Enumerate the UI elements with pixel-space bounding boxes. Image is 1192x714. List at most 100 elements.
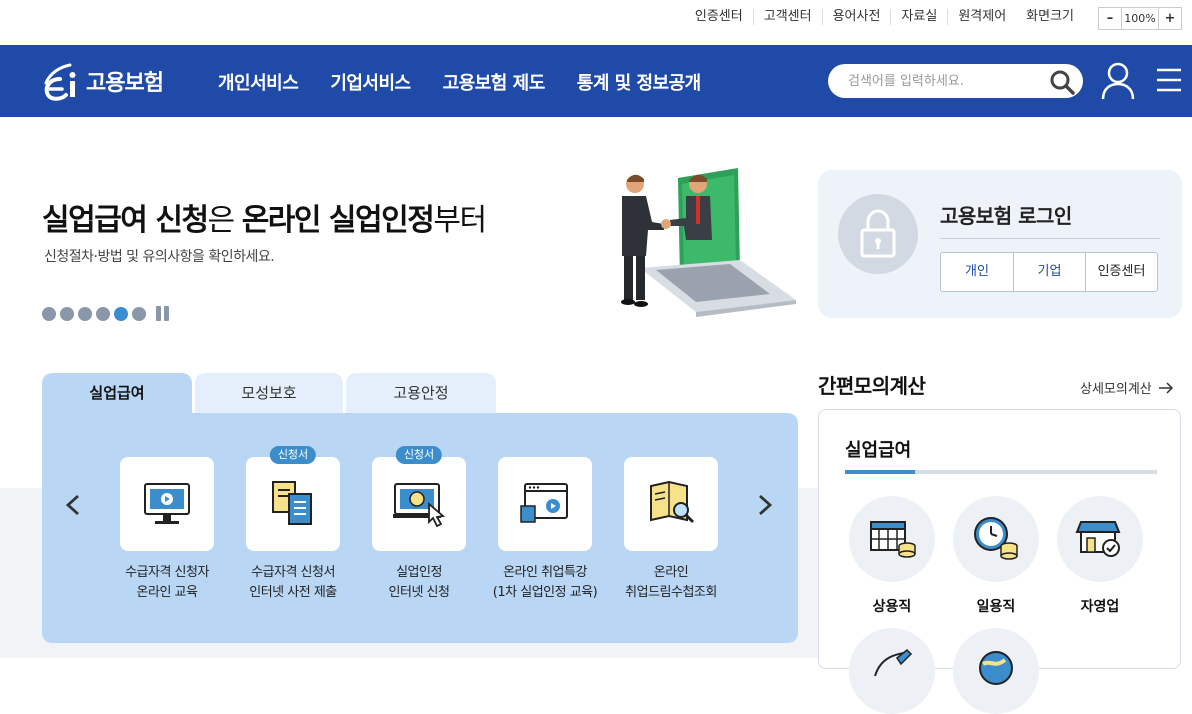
job-type-partial[interactable] xyxy=(849,628,935,714)
calendar-coins-icon xyxy=(870,521,916,558)
service-icon-box xyxy=(498,457,592,551)
slide-indicators xyxy=(42,306,172,321)
job-icon-circle xyxy=(1057,496,1143,582)
job-type-daily[interactable]: 일용직 xyxy=(953,496,1039,616)
login-business-button[interactable]: 기업 xyxy=(1013,253,1085,291)
service-icon-box: 신청서 xyxy=(372,446,466,551)
service-panel: 수급자격 신청자 온라인 교육 신청서 수급자격 신청서 인터넷 사전 제출 신… xyxy=(42,413,798,643)
util-link-cert[interactable]: 인증센터 xyxy=(685,9,753,25)
service-label-line1: 온라인 취업특강 xyxy=(503,565,587,580)
hero-subtitle: 신청절차·방법 및 유의사항을 확인하세요. xyxy=(44,249,275,265)
search-input[interactable] xyxy=(848,71,1038,91)
service-label: 실업인정 인터넷 신청 xyxy=(356,563,482,603)
hero-title-part-a: 실업급여 신청 xyxy=(42,203,209,238)
service-item[interactable]: 신청서 수급자격 신청서 인터넷 사전 제출 xyxy=(230,446,356,603)
slide-dot[interactable] xyxy=(132,306,146,321)
zoom-value: 100% xyxy=(1121,8,1159,29)
job-icon-circle xyxy=(849,496,935,582)
hero-title-part-c: 온라인 실업인정 xyxy=(241,203,435,238)
globe-icon xyxy=(979,651,1013,685)
login-cert-center-button[interactable]: 인증센터 xyxy=(1085,253,1157,291)
pen-icon xyxy=(874,648,913,677)
notebook-search-icon xyxy=(650,480,695,524)
tab-employment-stability[interactable]: 고용안정 xyxy=(346,373,496,413)
service-label-line2: 인터넷 사전 제출 xyxy=(249,585,337,600)
util-link-remote[interactable]: 원격제어 xyxy=(947,9,1016,25)
user-icon[interactable] xyxy=(1100,61,1136,101)
service-label: 수급자격 신청서 인터넷 사전 제출 xyxy=(230,563,356,603)
documents-icon xyxy=(272,481,312,525)
menu-system[interactable]: 고용보험 제도 xyxy=(443,69,546,95)
slide-dot-active[interactable] xyxy=(114,306,128,321)
handshake-laptop-illustration xyxy=(621,168,796,317)
menu-statistics[interactable]: 통계 및 정보공개 xyxy=(577,69,701,95)
service-icon-box: 신청서 xyxy=(246,446,340,551)
slide-dot[interactable] xyxy=(96,306,110,321)
service-label-line1: 수급자격 신청자 xyxy=(125,565,209,580)
arrow-right-icon xyxy=(1158,381,1173,394)
menu-personal[interactable]: 개인서비스 xyxy=(218,69,299,95)
main-nav: 고용보험 개인서비스 기업서비스 고용보험 제도 통계 및 정보공개 xyxy=(0,45,1192,117)
online-payment-icon xyxy=(393,483,446,528)
application-badge: 신청서 xyxy=(269,446,317,464)
slide-dot[interactable] xyxy=(78,306,92,321)
slide-dot[interactable] xyxy=(60,306,74,321)
calculator-card-title: 실업급여 xyxy=(845,440,912,461)
calculator-progress xyxy=(845,470,1157,474)
login-title: 고용보험 로그인 xyxy=(940,204,1072,228)
job-type-regular[interactable]: 상용직 xyxy=(849,496,935,616)
menu-business[interactable]: 기업서비스 xyxy=(330,69,411,95)
lock-badge xyxy=(838,194,918,274)
tab-unemployment-benefit[interactable]: 실업급여 xyxy=(42,373,192,413)
util-link-archive[interactable]: 자료실 xyxy=(890,9,947,25)
service-item[interactable]: 온라인 취업특강 (1차 실업인정 교육) xyxy=(482,457,608,603)
utility-links: 인증센터 고객센터 용어사전 자료실 원격제어 화면크기 xyxy=(685,9,1084,25)
detailed-calculator-label: 상세모의계산 xyxy=(1080,382,1152,397)
login-personal-button[interactable]: 개인 xyxy=(941,253,1013,291)
utility-bar: 인증센터 고객센터 용어사전 자료실 원격제어 화면크기 – 100% + xyxy=(0,0,1192,45)
slide-dot[interactable] xyxy=(42,306,56,321)
hero-title-part-d: 부터 xyxy=(433,203,487,238)
pause-icon[interactable] xyxy=(156,306,172,321)
login-options: 개인 기업 인증센터 xyxy=(940,252,1158,292)
service-icon-box xyxy=(624,457,718,551)
job-icon-circle xyxy=(849,628,935,714)
zoom-label: 화면크기 xyxy=(1026,9,1074,24)
calculator-card: 실업급여 상용직 일용직 자영업 xyxy=(818,409,1181,714)
service-label: 수급자격 신청자 온라인 교육 xyxy=(104,563,230,603)
next-arrow-icon[interactable] xyxy=(752,493,776,517)
hero-title-part-b: 은 xyxy=(207,203,242,238)
service-label-line1: 수급자격 신청서 xyxy=(251,565,335,580)
search-icon[interactable] xyxy=(1049,69,1075,95)
gnb-menu: 개인서비스 기업서비스 고용보험 제도 통계 및 정보공개 xyxy=(218,69,733,95)
site-logo[interactable]: 고용보험 xyxy=(40,57,164,105)
job-icon-circle xyxy=(953,628,1039,714)
service-item[interactable]: 온라인 취업드림수첩조회 xyxy=(608,457,734,603)
service-label-line2: (1차 실업인정 교육) xyxy=(492,585,598,600)
store-check-icon xyxy=(1075,521,1121,557)
detailed-calculator-link[interactable]: 상세모의계산 xyxy=(1080,378,1174,397)
job-icon-circle xyxy=(953,496,1039,582)
job-type-self-employed[interactable]: 자영업 xyxy=(1057,496,1143,616)
zoom-in-button[interactable]: + xyxy=(1159,8,1181,29)
job-label: 일용직 xyxy=(976,599,1016,615)
logo-text: 고용보험 xyxy=(86,71,164,96)
util-link-customer[interactable]: 고객센터 xyxy=(752,9,822,25)
job-label: 자영업 xyxy=(1080,599,1120,615)
tab-maternity-protection[interactable]: 모성보호 xyxy=(195,373,343,413)
login-card: 고용보험 로그인 개인 기업 인증센터 xyxy=(818,170,1182,318)
service-label-line2: 취업드림수첩조회 xyxy=(625,585,717,600)
zoom-out-button[interactable]: – xyxy=(1099,8,1121,29)
hero-title: 실업급여 신청은 온라인 실업인정부터 xyxy=(42,195,487,239)
service-item[interactable]: 신청서 실업인정 인터넷 신청 xyxy=(356,446,482,603)
zoom-control: – 100% + xyxy=(1098,7,1182,30)
hamburger-menu-icon[interactable] xyxy=(1155,67,1183,93)
service-label: 온라인 취업드림수첩조회 xyxy=(608,563,734,603)
prev-arrow-icon[interactable] xyxy=(62,493,86,517)
service-item[interactable]: 수급자격 신청자 온라인 교육 xyxy=(104,457,230,603)
util-link-glossary[interactable]: 용어사전 xyxy=(821,9,891,25)
service-label-line2: 온라인 교육 xyxy=(136,585,198,600)
service-label-line2: 인터넷 신청 xyxy=(388,585,450,600)
service-icon-box xyxy=(120,457,214,551)
job-type-partial[interactable] xyxy=(953,628,1039,714)
